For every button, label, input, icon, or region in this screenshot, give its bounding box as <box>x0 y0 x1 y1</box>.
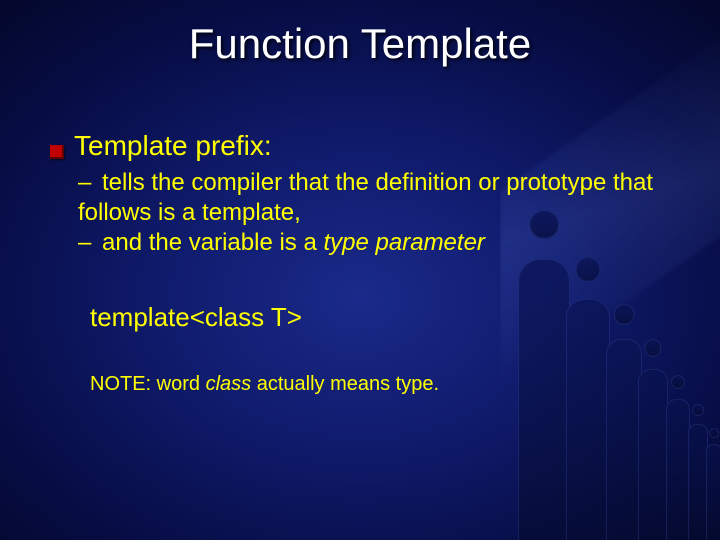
sub-bullet-text-italic: type parameter <box>324 229 485 256</box>
code-example: template<class T> <box>90 302 660 333</box>
silhouette-figure <box>666 399 690 540</box>
silhouette-figure <box>688 424 708 540</box>
bullet-text: Template prefix: <box>74 130 272 162</box>
bullet-level-1: Template prefix: <box>50 130 660 162</box>
slide: Function Template Template prefix: – tel… <box>0 0 720 540</box>
dash-icon: – <box>78 169 98 196</box>
bullet-square-icon <box>50 145 64 159</box>
slide-content: Template prefix: – tells the compiler th… <box>50 130 660 396</box>
silhouette-figure <box>706 444 720 540</box>
note-line: NOTE: word class actually means type. <box>90 373 660 396</box>
sub-bullet-text-a: and the variable is a <box>102 229 323 256</box>
sub-bullet: – tells the compiler that the definition… <box>78 168 660 228</box>
slide-title: Function Template <box>0 20 720 68</box>
note-text-italic: class <box>206 373 252 395</box>
note-text-a: NOTE: word <box>90 373 206 395</box>
sub-bullet: – and the variable is a type parameter <box>78 228 660 258</box>
dash-icon: – <box>78 229 98 256</box>
sub-bullet-text: tells the compiler that the definition o… <box>78 169 653 226</box>
note-text-c: actually means type. <box>251 373 439 395</box>
